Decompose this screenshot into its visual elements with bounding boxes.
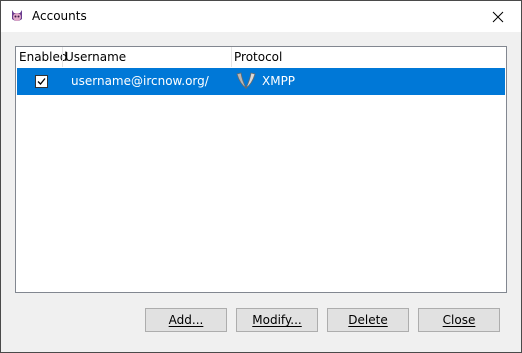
xmpp-icon — [236, 72, 256, 90]
account-username: username@ircnow.org/ — [71, 74, 209, 88]
modify-button[interactable]: Modify... — [236, 308, 318, 332]
window-title: Accounts — [32, 9, 87, 23]
app-icon — [12, 10, 22, 21]
delete-button-label: Delete — [348, 313, 388, 327]
close-button-label: Close — [442, 313, 476, 327]
list-header: Enabled Username Protocol — [16, 47, 506, 67]
modify-button-label: Modify... — [252, 313, 302, 327]
column-divider[interactable] — [231, 47, 232, 67]
accounts-list[interactable]: Enabled Username Protocol username@ircno… — [15, 46, 507, 293]
delete-button[interactable]: Delete — [327, 308, 409, 332]
column-header-enabled[interactable]: Enabled — [19, 50, 68, 64]
column-header-protocol[interactable]: Protocol — [234, 50, 282, 64]
add-button[interactable]: Add... — [145, 308, 227, 332]
add-button-label: Add... — [168, 313, 204, 327]
close-button[interactable]: Close — [418, 308, 500, 332]
close-window-button[interactable] — [475, 1, 521, 32]
enabled-checkbox[interactable] — [35, 75, 48, 88]
accounts-dialog: Accounts Enabled Username Protocol usern… — [0, 0, 522, 353]
column-divider[interactable] — [62, 47, 63, 67]
account-protocol: XMPP — [262, 74, 296, 88]
close-icon — [492, 11, 504, 22]
account-row[interactable]: username@ircnow.org/ XMPP — [17, 68, 505, 95]
column-header-username[interactable]: Username — [65, 50, 126, 64]
checkmark-icon — [37, 78, 46, 85]
title-bar: Accounts — [1, 1, 521, 32]
